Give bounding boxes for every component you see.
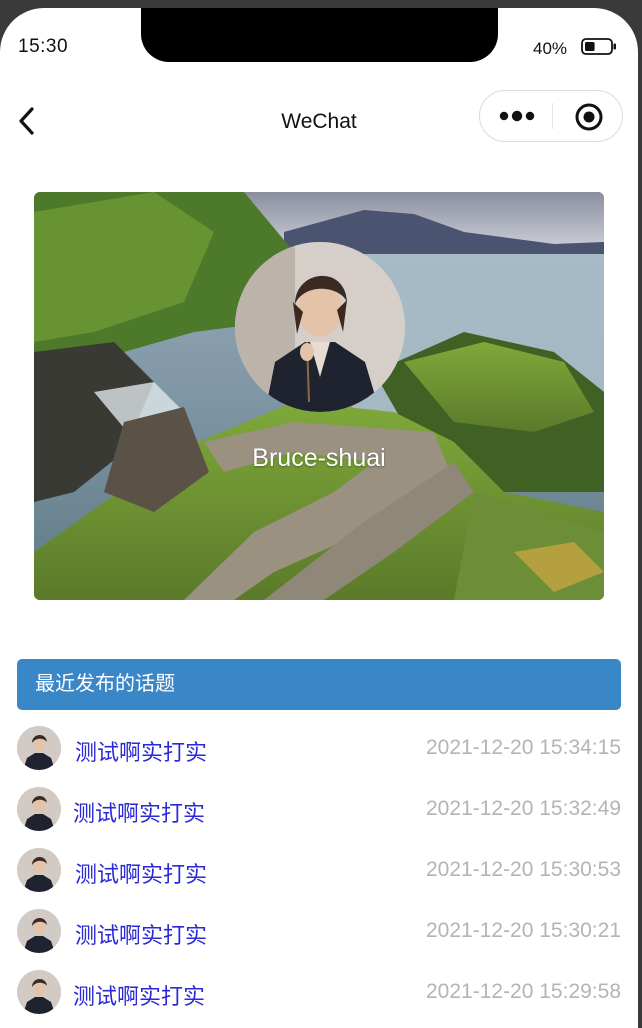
- topic-row[interactable]: 测试啊实打实 2021-12-20 15:34:15: [17, 726, 621, 774]
- profile-avatar[interactable]: [235, 242, 405, 412]
- phone-screen: 15:30 40% WeChat Bruce-shuai 最近发布的话题 测试啊…: [0, 8, 638, 1028]
- topic-row[interactable]: 测试啊实打实 2021-12-20 15:32:49: [17, 787, 621, 835]
- topic-timestamp: 2021-12-20 15:34:15: [426, 736, 621, 759]
- battery-icon: [581, 38, 616, 55]
- topic-row[interactable]: 测试啊实打实 2021-12-20 15:30:21: [17, 909, 621, 957]
- battery-percentage: 40%: [533, 39, 568, 58]
- profile-username: Bruce-shuai: [252, 444, 386, 472]
- topic-author-avatar[interactable]: [17, 848, 61, 892]
- navigation-bar: WeChat: [0, 90, 638, 154]
- profile-banner: Bruce-shuai: [34, 192, 604, 600]
- topic-timestamp: 2021-12-20 15:30:21: [426, 919, 621, 942]
- mini-program-capsule: [479, 90, 623, 142]
- topic-title[interactable]: 测试啊实打实: [75, 918, 207, 950]
- topic-author-avatar[interactable]: [17, 970, 61, 1014]
- topic-timestamp: 2021-12-20 15:29:58: [426, 980, 621, 1003]
- more-dots-icon[interactable]: [498, 106, 538, 126]
- topic-timestamp: 2021-12-20 15:30:53: [426, 858, 621, 881]
- topic-title[interactable]: 测试啊实打实: [75, 735, 207, 767]
- topic-title[interactable]: 测试啊实打实: [75, 857, 207, 889]
- topic-author-avatar[interactable]: [17, 909, 61, 953]
- capsule-divider: [552, 103, 553, 129]
- topic-row[interactable]: 测试啊实打实 2021-12-20 15:30:53: [17, 848, 621, 896]
- topic-title[interactable]: 测试啊实打实: [73, 796, 205, 828]
- recent-topics-header: 最近发布的话题: [17, 659, 621, 710]
- status-time: 15:30: [18, 36, 69, 57]
- topic-author-avatar[interactable]: [17, 726, 61, 770]
- device-notch: [141, 8, 498, 62]
- topic-row[interactable]: 测试啊实打实 2021-12-20 15:29:58: [17, 970, 621, 1018]
- topic-timestamp: 2021-12-20 15:32:49: [426, 797, 621, 820]
- close-target-icon[interactable]: [574, 102, 604, 132]
- profile-avatar-image: [235, 242, 405, 412]
- topic-author-avatar[interactable]: [17, 787, 61, 831]
- topic-title[interactable]: 测试啊实打实: [73, 979, 205, 1011]
